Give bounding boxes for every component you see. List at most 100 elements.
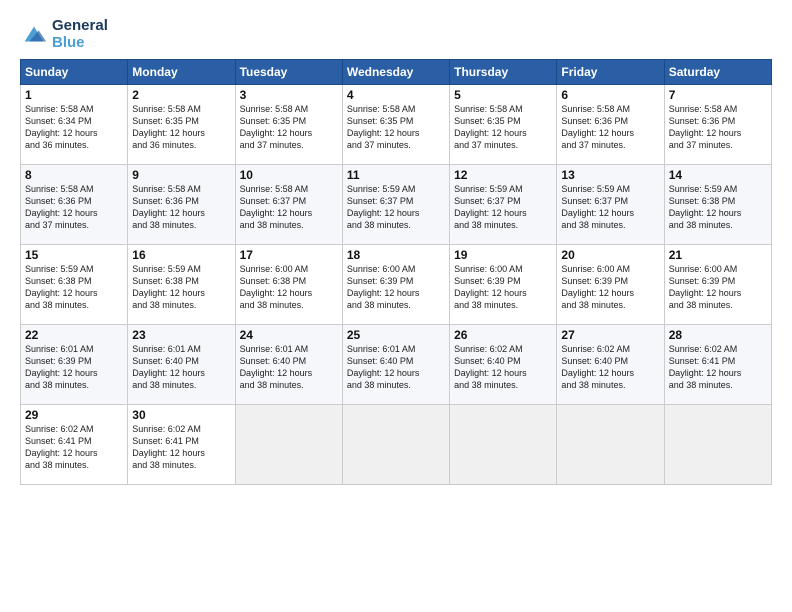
day-number: 3 <box>240 88 338 102</box>
day-number: 30 <box>132 408 230 422</box>
day-number: 4 <box>347 88 445 102</box>
day-number: 18 <box>347 248 445 262</box>
col-header-friday: Friday <box>557 60 664 85</box>
cell-info: Sunrise: 5:58 AMSunset: 6:35 PMDaylight:… <box>240 103 338 152</box>
calendar-cell: 29Sunrise: 6:02 AMSunset: 6:41 PMDayligh… <box>21 405 128 485</box>
calendar-cell: 4Sunrise: 5:58 AMSunset: 6:35 PMDaylight… <box>342 85 449 165</box>
calendar-cell: 16Sunrise: 5:59 AMSunset: 6:38 PMDayligh… <box>128 245 235 325</box>
day-number: 23 <box>132 328 230 342</box>
calendar-cell: 21Sunrise: 6:00 AMSunset: 6:39 PMDayligh… <box>664 245 771 325</box>
cell-info: Sunrise: 6:02 AMSunset: 6:41 PMDaylight:… <box>132 423 230 472</box>
cell-info: Sunrise: 5:59 AMSunset: 6:37 PMDaylight:… <box>561 183 659 232</box>
calendar-cell: 12Sunrise: 5:59 AMSunset: 6:37 PMDayligh… <box>450 165 557 245</box>
calendar-cell: 10Sunrise: 5:58 AMSunset: 6:37 PMDayligh… <box>235 165 342 245</box>
calendar-cell: 2Sunrise: 5:58 AMSunset: 6:35 PMDaylight… <box>128 85 235 165</box>
calendar-cell: 1Sunrise: 5:58 AMSunset: 6:34 PMDaylight… <box>21 85 128 165</box>
col-header-monday: Monday <box>128 60 235 85</box>
calendar-cell <box>450 405 557 485</box>
calendar-cell: 14Sunrise: 5:59 AMSunset: 6:38 PMDayligh… <box>664 165 771 245</box>
cell-info: Sunrise: 6:02 AMSunset: 6:41 PMDaylight:… <box>25 423 123 472</box>
cell-info: Sunrise: 5:58 AMSunset: 6:35 PMDaylight:… <box>347 103 445 152</box>
day-number: 28 <box>669 328 767 342</box>
calendar-cell: 24Sunrise: 6:01 AMSunset: 6:40 PMDayligh… <box>235 325 342 405</box>
day-number: 27 <box>561 328 659 342</box>
calendar-cell <box>557 405 664 485</box>
cell-info: Sunrise: 6:01 AMSunset: 6:40 PMDaylight:… <box>240 343 338 392</box>
cell-info: Sunrise: 5:59 AMSunset: 6:37 PMDaylight:… <box>454 183 552 232</box>
day-number: 29 <box>25 408 123 422</box>
day-number: 19 <box>454 248 552 262</box>
cell-info: Sunrise: 5:59 AMSunset: 6:38 PMDaylight:… <box>25 263 123 312</box>
logo-text: General Blue <box>52 18 108 51</box>
day-number: 16 <box>132 248 230 262</box>
day-number: 22 <box>25 328 123 342</box>
calendar-cell: 15Sunrise: 5:59 AMSunset: 6:38 PMDayligh… <box>21 245 128 325</box>
cell-info: Sunrise: 5:59 AMSunset: 6:37 PMDaylight:… <box>347 183 445 232</box>
calendar-cell: 7Sunrise: 5:58 AMSunset: 6:36 PMDaylight… <box>664 85 771 165</box>
day-number: 8 <box>25 168 123 182</box>
day-number: 1 <box>25 88 123 102</box>
cell-info: Sunrise: 6:00 AMSunset: 6:38 PMDaylight:… <box>240 263 338 312</box>
cell-info: Sunrise: 6:00 AMSunset: 6:39 PMDaylight:… <box>669 263 767 312</box>
col-header-sunday: Sunday <box>21 60 128 85</box>
cell-info: Sunrise: 5:59 AMSunset: 6:38 PMDaylight:… <box>132 263 230 312</box>
calendar-cell: 19Sunrise: 6:00 AMSunset: 6:39 PMDayligh… <box>450 245 557 325</box>
day-number: 9 <box>132 168 230 182</box>
calendar-cell: 11Sunrise: 5:59 AMSunset: 6:37 PMDayligh… <box>342 165 449 245</box>
cell-info: Sunrise: 6:01 AMSunset: 6:39 PMDaylight:… <box>25 343 123 392</box>
calendar-cell: 3Sunrise: 5:58 AMSunset: 6:35 PMDaylight… <box>235 85 342 165</box>
logo: General Blue <box>20 18 108 51</box>
calendar-cell: 17Sunrise: 6:00 AMSunset: 6:38 PMDayligh… <box>235 245 342 325</box>
day-number: 5 <box>454 88 552 102</box>
calendar-cell: 5Sunrise: 5:58 AMSunset: 6:35 PMDaylight… <box>450 85 557 165</box>
calendar-cell: 13Sunrise: 5:59 AMSunset: 6:37 PMDayligh… <box>557 165 664 245</box>
cell-info: Sunrise: 5:58 AMSunset: 6:35 PMDaylight:… <box>454 103 552 152</box>
cell-info: Sunrise: 6:02 AMSunset: 6:40 PMDaylight:… <box>561 343 659 392</box>
day-number: 12 <box>454 168 552 182</box>
col-header-wednesday: Wednesday <box>342 60 449 85</box>
header: General Blue <box>20 18 772 51</box>
calendar-cell: 18Sunrise: 6:00 AMSunset: 6:39 PMDayligh… <box>342 245 449 325</box>
day-number: 26 <box>454 328 552 342</box>
day-number: 13 <box>561 168 659 182</box>
calendar-cell <box>342 405 449 485</box>
calendar-cell: 26Sunrise: 6:02 AMSunset: 6:40 PMDayligh… <box>450 325 557 405</box>
cell-info: Sunrise: 6:01 AMSunset: 6:40 PMDaylight:… <box>132 343 230 392</box>
day-number: 17 <box>240 248 338 262</box>
cell-info: Sunrise: 5:58 AMSunset: 6:36 PMDaylight:… <box>25 183 123 232</box>
day-number: 10 <box>240 168 338 182</box>
day-number: 11 <box>347 168 445 182</box>
cell-info: Sunrise: 6:00 AMSunset: 6:39 PMDaylight:… <box>454 263 552 312</box>
day-number: 20 <box>561 248 659 262</box>
col-header-tuesday: Tuesday <box>235 60 342 85</box>
calendar-cell: 9Sunrise: 5:58 AMSunset: 6:36 PMDaylight… <box>128 165 235 245</box>
cell-info: Sunrise: 6:00 AMSunset: 6:39 PMDaylight:… <box>561 263 659 312</box>
calendar-cell <box>235 405 342 485</box>
cell-info: Sunrise: 5:58 AMSunset: 6:36 PMDaylight:… <box>132 183 230 232</box>
day-number: 7 <box>669 88 767 102</box>
cell-info: Sunrise: 5:59 AMSunset: 6:38 PMDaylight:… <box>669 183 767 232</box>
calendar-cell <box>664 405 771 485</box>
calendar-cell: 28Sunrise: 6:02 AMSunset: 6:41 PMDayligh… <box>664 325 771 405</box>
cell-info: Sunrise: 5:58 AMSunset: 6:35 PMDaylight:… <box>132 103 230 152</box>
calendar-table: SundayMondayTuesdayWednesdayThursdayFrid… <box>20 59 772 485</box>
col-header-thursday: Thursday <box>450 60 557 85</box>
calendar-cell: 8Sunrise: 5:58 AMSunset: 6:36 PMDaylight… <box>21 165 128 245</box>
calendar-cell: 22Sunrise: 6:01 AMSunset: 6:39 PMDayligh… <box>21 325 128 405</box>
calendar-cell: 25Sunrise: 6:01 AMSunset: 6:40 PMDayligh… <box>342 325 449 405</box>
calendar-cell: 6Sunrise: 5:58 AMSunset: 6:36 PMDaylight… <box>557 85 664 165</box>
calendar-cell: 20Sunrise: 6:00 AMSunset: 6:39 PMDayligh… <box>557 245 664 325</box>
cell-info: Sunrise: 5:58 AMSunset: 6:36 PMDaylight:… <box>561 103 659 152</box>
day-number: 21 <box>669 248 767 262</box>
cell-info: Sunrise: 6:02 AMSunset: 6:41 PMDaylight:… <box>669 343 767 392</box>
cell-info: Sunrise: 5:58 AMSunset: 6:36 PMDaylight:… <box>669 103 767 152</box>
cell-info: Sunrise: 6:02 AMSunset: 6:40 PMDaylight:… <box>454 343 552 392</box>
day-number: 6 <box>561 88 659 102</box>
cell-info: Sunrise: 6:00 AMSunset: 6:39 PMDaylight:… <box>347 263 445 312</box>
day-number: 15 <box>25 248 123 262</box>
col-header-saturday: Saturday <box>664 60 771 85</box>
page: General Blue SundayMondayTuesdayWednesda… <box>0 0 792 612</box>
cell-info: Sunrise: 6:01 AMSunset: 6:40 PMDaylight:… <box>347 343 445 392</box>
day-number: 2 <box>132 88 230 102</box>
day-number: 24 <box>240 328 338 342</box>
